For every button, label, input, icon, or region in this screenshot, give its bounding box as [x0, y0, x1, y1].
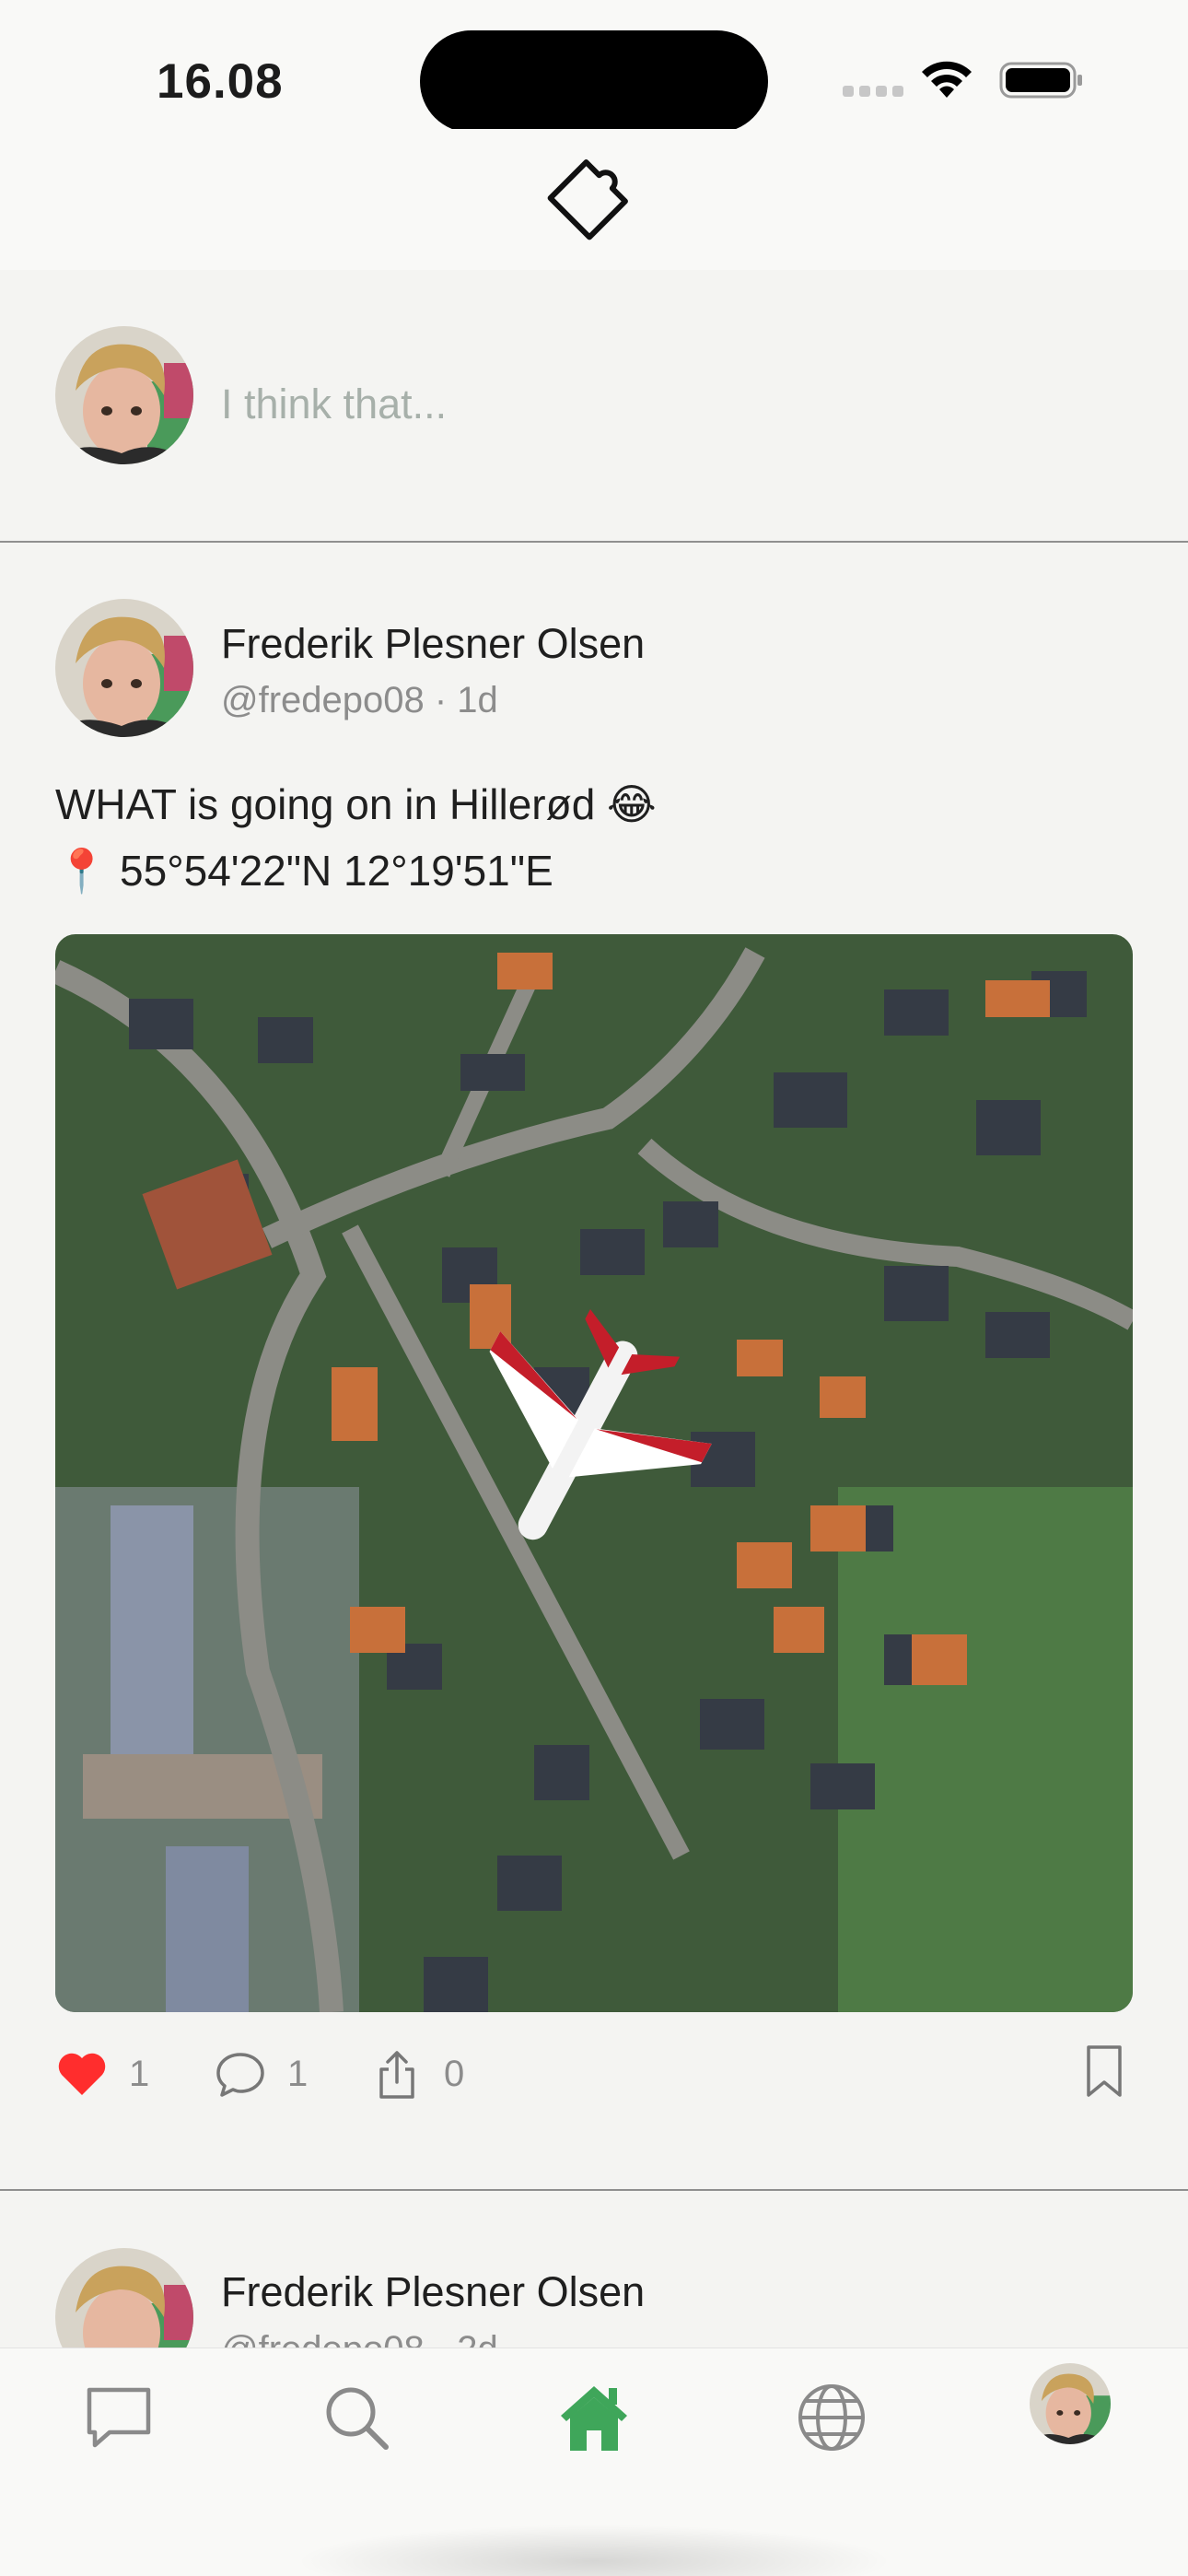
- heart-icon: [58, 2053, 106, 2095]
- tab-home[interactable]: [553, 2376, 635, 2459]
- share-icon: [379, 2051, 414, 2099]
- share-button[interactable]: 0: [370, 2042, 464, 2106]
- screen: 16.08 I think that... Frederik Plesner O…: [0, 0, 1188, 2576]
- post-author-handle: @fredepo08 · 1d: [221, 680, 498, 720]
- post-location: 📍 55°54'22"N 12°19'51"E: [55, 847, 553, 895]
- post-author-name[interactable]: Frederik Plesner Olsen: [221, 2268, 645, 2316]
- wifi-icon: [922, 61, 972, 98]
- status-time: 16.08: [157, 54, 284, 109]
- app-header: [0, 129, 1188, 270]
- chat-icon: [87, 2387, 151, 2448]
- divider: [0, 541, 1188, 543]
- post-image[interactable]: [55, 934, 1133, 2012]
- like-count: 1: [129, 2053, 150, 2094]
- cellular-dots-icon: [843, 86, 903, 97]
- comment-button[interactable]: 1: [214, 2042, 308, 2106]
- tab-chat[interactable]: [77, 2376, 160, 2459]
- post-composer[interactable]: I think that...: [0, 270, 1188, 541]
- divider: [0, 2189, 1188, 2191]
- dynamic-island: [420, 30, 768, 133]
- profile-avatar[interactable]: [1030, 2363, 1111, 2444]
- composer-placeholder[interactable]: I think that...: [221, 381, 447, 428]
- speech-bubble-icon: [216, 2053, 264, 2097]
- status-bar: 16.08: [0, 0, 1188, 147]
- bookmark-icon[interactable]: [1079, 2043, 1129, 2099]
- like-button[interactable]: 1: [55, 2042, 149, 2106]
- tab-explore[interactable]: [790, 2376, 873, 2459]
- post-author-name[interactable]: Frederik Plesner Olsen: [221, 620, 645, 668]
- battery-icon: [999, 62, 1082, 99]
- post-text: WHAT is going on in Hillerød 😂: [55, 780, 657, 828]
- tab-search[interactable]: [315, 2376, 398, 2459]
- home-icon: [561, 2386, 627, 2451]
- share-count: 0: [444, 2053, 465, 2094]
- home-indicator: [295, 2524, 893, 2576]
- search-icon: [326, 2387, 389, 2450]
- puzzle-piece-icon[interactable]: [543, 140, 645, 246]
- post-author-avatar[interactable]: [55, 599, 193, 737]
- globe-icon: [798, 2384, 865, 2451]
- avatar[interactable]: [55, 326, 193, 464]
- comment-count: 1: [287, 2053, 309, 2094]
